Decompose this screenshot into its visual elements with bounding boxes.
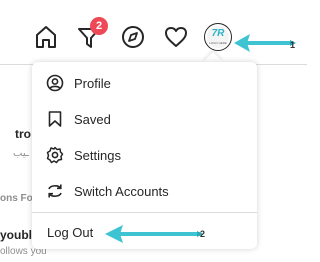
background-suggested-username: youbl (0, 228, 32, 242)
home-icon[interactable] (33, 24, 59, 50)
menu-item-profile[interactable]: Profile (32, 66, 257, 100)
avatar-logo-subtext: LOGO HERE (209, 41, 227, 45)
switch-accounts-icon (46, 182, 64, 200)
settings-icon (46, 146, 64, 164)
background-section-heading: ons Fo (0, 193, 33, 204)
profile-icon (46, 74, 64, 92)
heart-icon[interactable] (163, 24, 189, 50)
background-username: tro (15, 127, 31, 141)
menu-item-settings[interactable]: Settings (32, 138, 257, 172)
menu-item-switch-accounts[interactable]: Switch Accounts (32, 174, 257, 208)
background-subtext: ـيب (13, 148, 29, 159)
menu-item-label: Profile (74, 75, 111, 91)
notification-badge: 2 (90, 17, 108, 35)
annotation-number-2: 2 (200, 229, 206, 239)
menu-item-label: Saved (74, 111, 111, 127)
explore-icon[interactable] (120, 24, 146, 50)
profile-dropdown-menu: Profile Saved Settings Switch Accounts L… (32, 62, 257, 249)
bookmark-icon (46, 110, 64, 128)
avatar-logo: 7R LOGO HERE (207, 26, 229, 48)
profile-avatar[interactable]: 7R LOGO HERE (204, 23, 232, 51)
menu-item-saved[interactable]: Saved (32, 102, 257, 136)
menu-divider (32, 212, 257, 213)
menu-item-label: Switch Accounts (74, 183, 169, 199)
menu-item-label: Settings (74, 147, 121, 163)
annotation-arrow-2 (103, 222, 215, 246)
avatar-logo-mark: 7R (211, 28, 225, 39)
annotation-number-1: 1 (290, 40, 296, 50)
log-out-label: Log Out (47, 224, 94, 240)
